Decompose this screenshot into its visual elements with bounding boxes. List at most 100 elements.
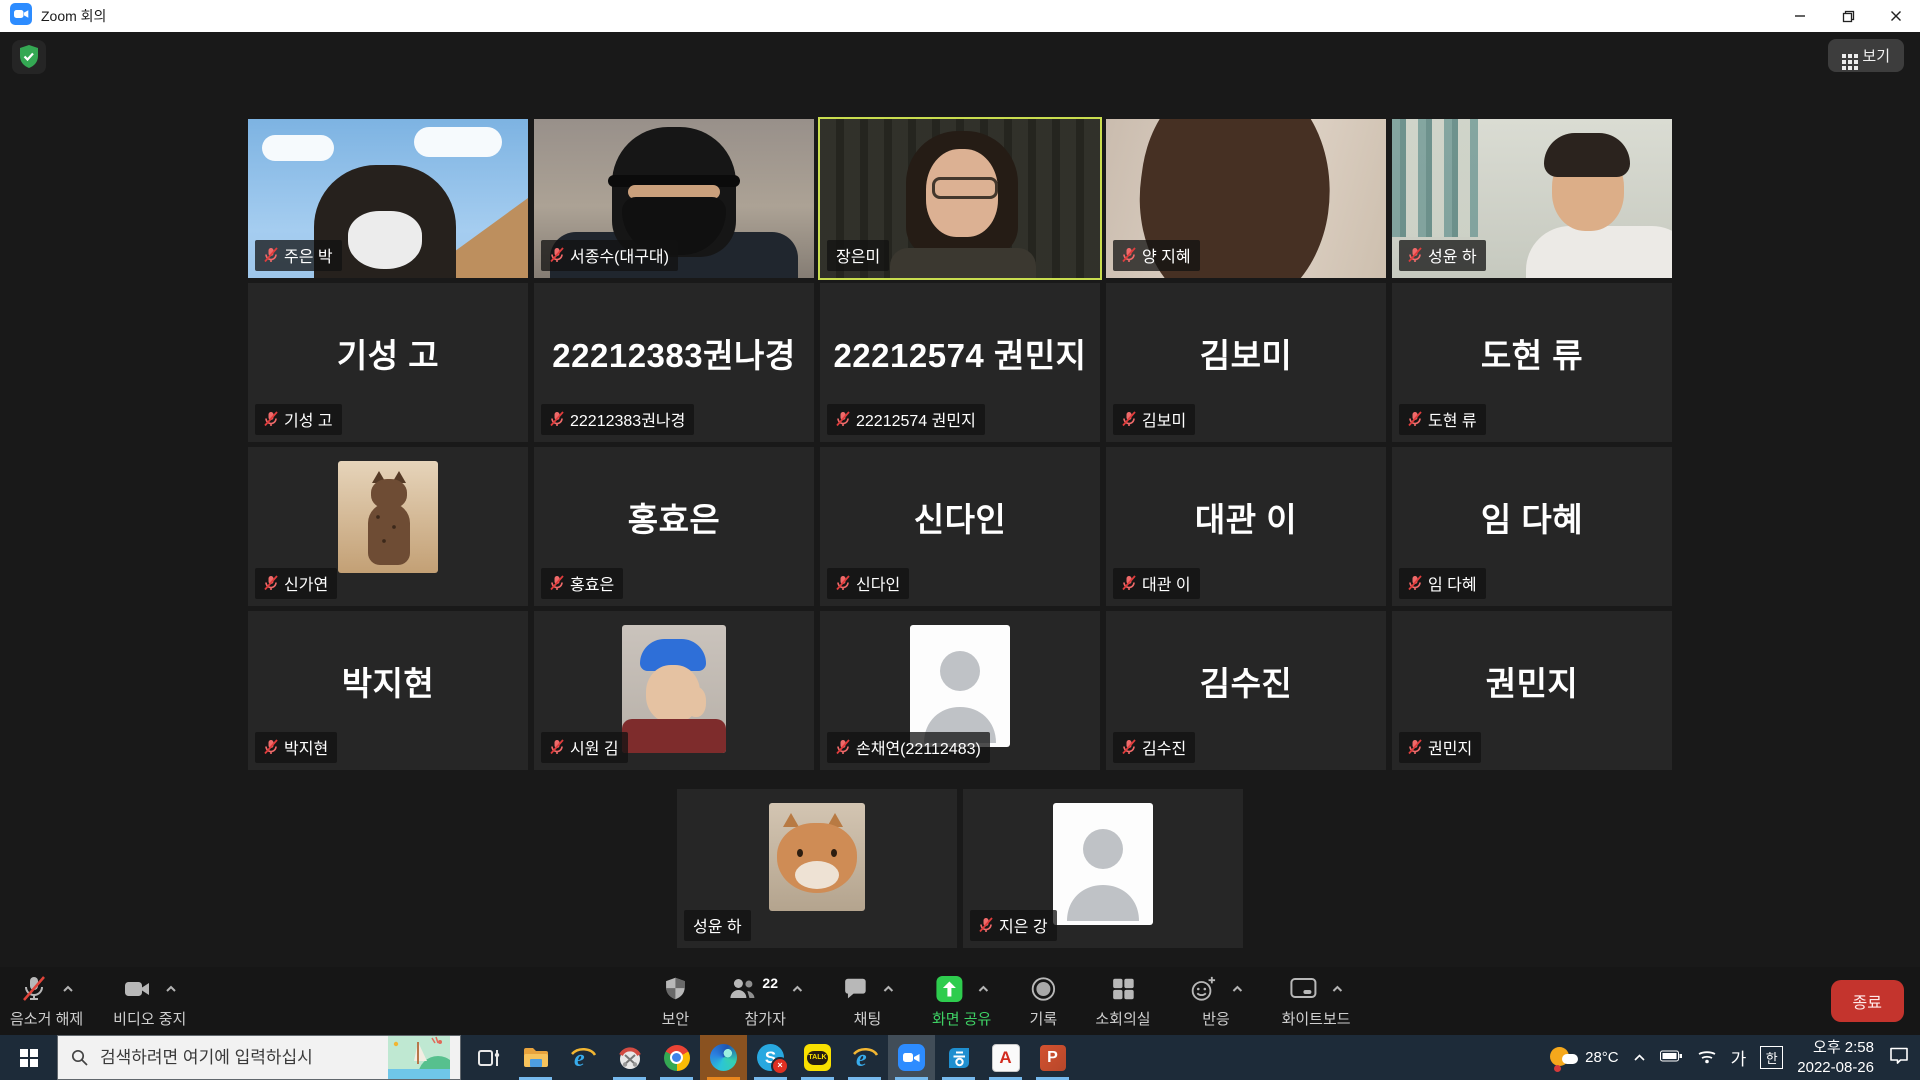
participant-tile[interactable]: 김보미김보미 xyxy=(1106,283,1386,442)
participant-tile[interactable]: 22212383권나경22212383권나경 xyxy=(534,283,814,442)
taskbar-app-internet-explorer-2-icon[interactable]: e xyxy=(841,1035,888,1080)
participant-tile[interactable]: 박지현박지현 xyxy=(248,611,528,770)
toolbar-item-participants[interactable]: 22 참가자 xyxy=(727,973,803,1029)
start-button[interactable] xyxy=(0,1035,57,1080)
tray-expand-chevron-icon[interactable] xyxy=(1633,1049,1646,1066)
chevron-up-icon[interactable] xyxy=(977,985,989,993)
windows-logo-icon xyxy=(20,1049,37,1066)
weather-widget[interactable]: 28°C xyxy=(1548,1044,1619,1072)
chevron-up-icon[interactable] xyxy=(165,985,177,993)
action-center-icon[interactable] xyxy=(1888,1046,1910,1069)
chevron-up-icon[interactable] xyxy=(62,985,74,993)
participant-tile[interactable]: 양 지혜 xyxy=(1106,119,1386,278)
participant-tile[interactable]: 신다인신다인 xyxy=(820,447,1100,606)
participant-name-label: 양 지혜 xyxy=(1142,243,1191,267)
participant-name-label: 신다인 xyxy=(856,571,900,595)
participant-tile[interactable]: 도현 류도현 류 xyxy=(1392,283,1672,442)
taskbar-search-input[interactable] xyxy=(98,1047,375,1069)
chevron-up-icon[interactable] xyxy=(1332,985,1344,993)
participant-tile-active-speaker[interactable]: 장은미 xyxy=(820,119,1100,278)
taskbar-app-hancom-icon[interactable] xyxy=(935,1035,982,1080)
chevron-up-icon[interactable] xyxy=(1232,985,1244,993)
participant-tile[interactable]: 홍효은홍효은 xyxy=(534,447,814,606)
participant-name-label: 신가연 xyxy=(284,571,328,595)
participant-tile[interactable]: 대관 이대관 이 xyxy=(1106,447,1386,606)
participant-tile[interactable]: 지은 강 xyxy=(963,789,1243,948)
participant-tile[interactable]: 신가연 xyxy=(248,447,528,606)
taskbar-app-skype-icon[interactable]: S× xyxy=(747,1035,794,1080)
clock-time: 오후 2:58 xyxy=(1797,1038,1874,1058)
participant-tile[interactable]: 주은 박 xyxy=(248,119,528,278)
ime-mode-indicator[interactable]: 가 xyxy=(1731,1045,1747,1070)
ime-language-indicator[interactable]: 한 xyxy=(1760,1046,1783,1069)
meeting-toolbar: 음소거 해제 비디오 중지 보안 22 참가자 채팅 화면 공유기록 소회의실 반응 화이트보드… xyxy=(0,967,1920,1035)
toolbar-item-label: 참가자 xyxy=(744,1008,785,1029)
view-button-label: 보기 xyxy=(1862,45,1890,66)
participant-nameplate: 서종수(대구대) xyxy=(541,240,678,271)
toolbar-center-group: 보안 22 참가자 채팅 화면 공유기록 소회의실 반응 화이트보드 xyxy=(661,967,1350,1035)
chevron-up-icon[interactable] xyxy=(882,985,894,993)
taskbar-app-internet-explorer-icon[interactable]: e xyxy=(559,1035,606,1080)
restore-button[interactable] xyxy=(1824,0,1872,32)
participant-tile[interactable]: 성윤 하 xyxy=(1392,119,1672,278)
participants-icon xyxy=(727,975,757,1003)
toolbar-item-reactions[interactable]: 반응 xyxy=(1189,973,1244,1029)
participant-tile[interactable]: 임 다혜임 다혜 xyxy=(1392,447,1672,606)
muted-mic-icon xyxy=(264,739,278,755)
participant-name-label: 22212574 권민지 xyxy=(856,407,976,431)
toolbar-item-label: 기록 xyxy=(1030,1008,1058,1029)
participant-nameplate: 권민지 xyxy=(1399,732,1481,763)
taskbar-app-file-explorer-icon[interactable] xyxy=(512,1035,559,1080)
toolbar-item-record[interactable]: 기록 xyxy=(1029,973,1057,1029)
muted-mic-icon xyxy=(550,575,564,591)
toolbar-item-shield[interactable]: 보안 xyxy=(661,973,689,1029)
toolbar-item-label: 보안 xyxy=(662,1008,690,1029)
minimize-button[interactable] xyxy=(1776,0,1824,32)
toolbar-item-mic-muted[interactable]: 음소거 해제 xyxy=(10,973,83,1029)
toolbar-item-chat[interactable]: 채팅 xyxy=(841,973,894,1029)
participant-tile[interactable]: 손채연(22112483) xyxy=(820,611,1100,770)
toolbar-item-video[interactable]: 비디오 중지 xyxy=(113,973,186,1029)
search-highlight-illustration[interactable] xyxy=(388,1036,450,1079)
taskbar-clock[interactable]: 오후 2:58 2022-08-26 xyxy=(1797,1038,1874,1077)
taskbar-app-zoom-icon[interactable] xyxy=(888,1035,935,1080)
participant-profile-photo xyxy=(769,803,865,911)
taskbar-app-edge-icon[interactable] xyxy=(700,1035,747,1080)
muted-mic-icon xyxy=(1408,575,1422,591)
leave-meeting-button[interactable]: 종료 xyxy=(1831,980,1904,1022)
close-button[interactable] xyxy=(1872,0,1920,32)
participant-tile[interactable]: 성윤 하 xyxy=(677,789,957,948)
participant-tile[interactable]: 기성 고기성 고 xyxy=(248,283,528,442)
taskbar-app-acrobat-icon[interactable]: A xyxy=(982,1035,1029,1080)
battery-icon[interactable] xyxy=(1660,1049,1683,1066)
participant-tile[interactable]: 김수진김수진 xyxy=(1106,611,1386,770)
participant-tile[interactable]: 22212574 권민지22212574 권민지 xyxy=(820,283,1100,442)
participant-name-label: 장은미 xyxy=(836,243,880,267)
toolbar-item-whiteboard[interactable]: 화이트보드 xyxy=(1282,973,1351,1029)
taskbar-app-kakaotalk-icon[interactable]: TALK xyxy=(794,1035,841,1080)
mic-muted-icon xyxy=(19,974,49,1004)
taskbar-app-powerpoint-icon[interactable]: P xyxy=(1029,1035,1076,1080)
window-title: Zoom 회의 xyxy=(41,6,106,26)
participant-tile[interactable]: 서종수(대구대) xyxy=(534,119,814,278)
temperature-label: 28°C xyxy=(1585,1049,1619,1066)
participant-tile[interactable]: 시원 김 xyxy=(534,611,814,770)
weather-icon xyxy=(1548,1044,1578,1072)
grid-row: 신가연 홍효은홍효은신다인신다인대관 이대관 이임 다혜임 다혜 xyxy=(0,447,1920,606)
participants-count-badge: 22 xyxy=(762,975,778,991)
participant-name-label: 박지현 xyxy=(284,735,328,759)
windows-taskbar: eS×TALKeAP 28°C 가 한 오후 2:58 2022-08-26 xyxy=(0,1035,1920,1080)
chevron-up-icon[interactable] xyxy=(791,985,803,993)
security-shield-icon[interactable] xyxy=(12,40,46,74)
taskbar-app-capture-tool-icon[interactable] xyxy=(606,1035,653,1080)
participant-name-label: 권민지 xyxy=(1428,735,1472,759)
toolbar-item-breakout-rooms[interactable]: 소회의실 xyxy=(1095,973,1150,1029)
taskbar-app-task-view-icon[interactable] xyxy=(465,1035,512,1080)
participant-name-label: 시원 김 xyxy=(570,735,619,759)
taskbar-app-chrome-icon[interactable] xyxy=(653,1035,700,1080)
toolbar-item-share-screen[interactable]: 화면 공유 xyxy=(932,973,991,1029)
shield-icon xyxy=(661,975,689,1003)
wifi-icon[interactable] xyxy=(1697,1048,1717,1068)
view-button[interactable]: 보기 xyxy=(1828,39,1904,72)
participant-tile[interactable]: 권민지권민지 xyxy=(1392,611,1672,770)
